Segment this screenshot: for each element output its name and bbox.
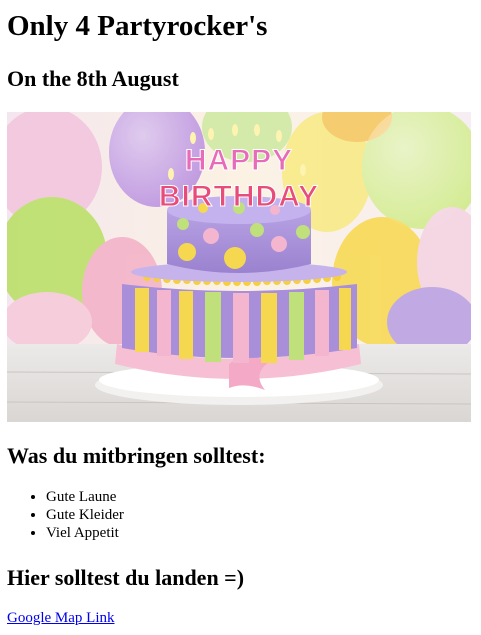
list-item: Gute Kleider (46, 506, 124, 524)
location-heading: Hier solltest du landen =) (7, 565, 245, 590)
cake-stripes (135, 288, 351, 363)
google-map-link[interactable]: Google Map Link (7, 610, 114, 627)
event-date-heading: On the 8th August (7, 66, 179, 91)
bring-list: Gute Laune Gute Kleider Viel Appetit (7, 488, 124, 542)
bring-heading: Was du mitbringen solltest: (7, 443, 266, 468)
list-item: Gute Laune (46, 488, 124, 506)
candle-text-happy: HAPPY (185, 144, 293, 177)
list-item: Viel Appetit (46, 524, 124, 542)
page-title: Only 4 Partyrocker's (7, 10, 268, 42)
birthday-cake-image: HAPPY BIRTHDAY (7, 112, 471, 422)
candle-text-birthday: BIRTHDAY (159, 180, 319, 213)
